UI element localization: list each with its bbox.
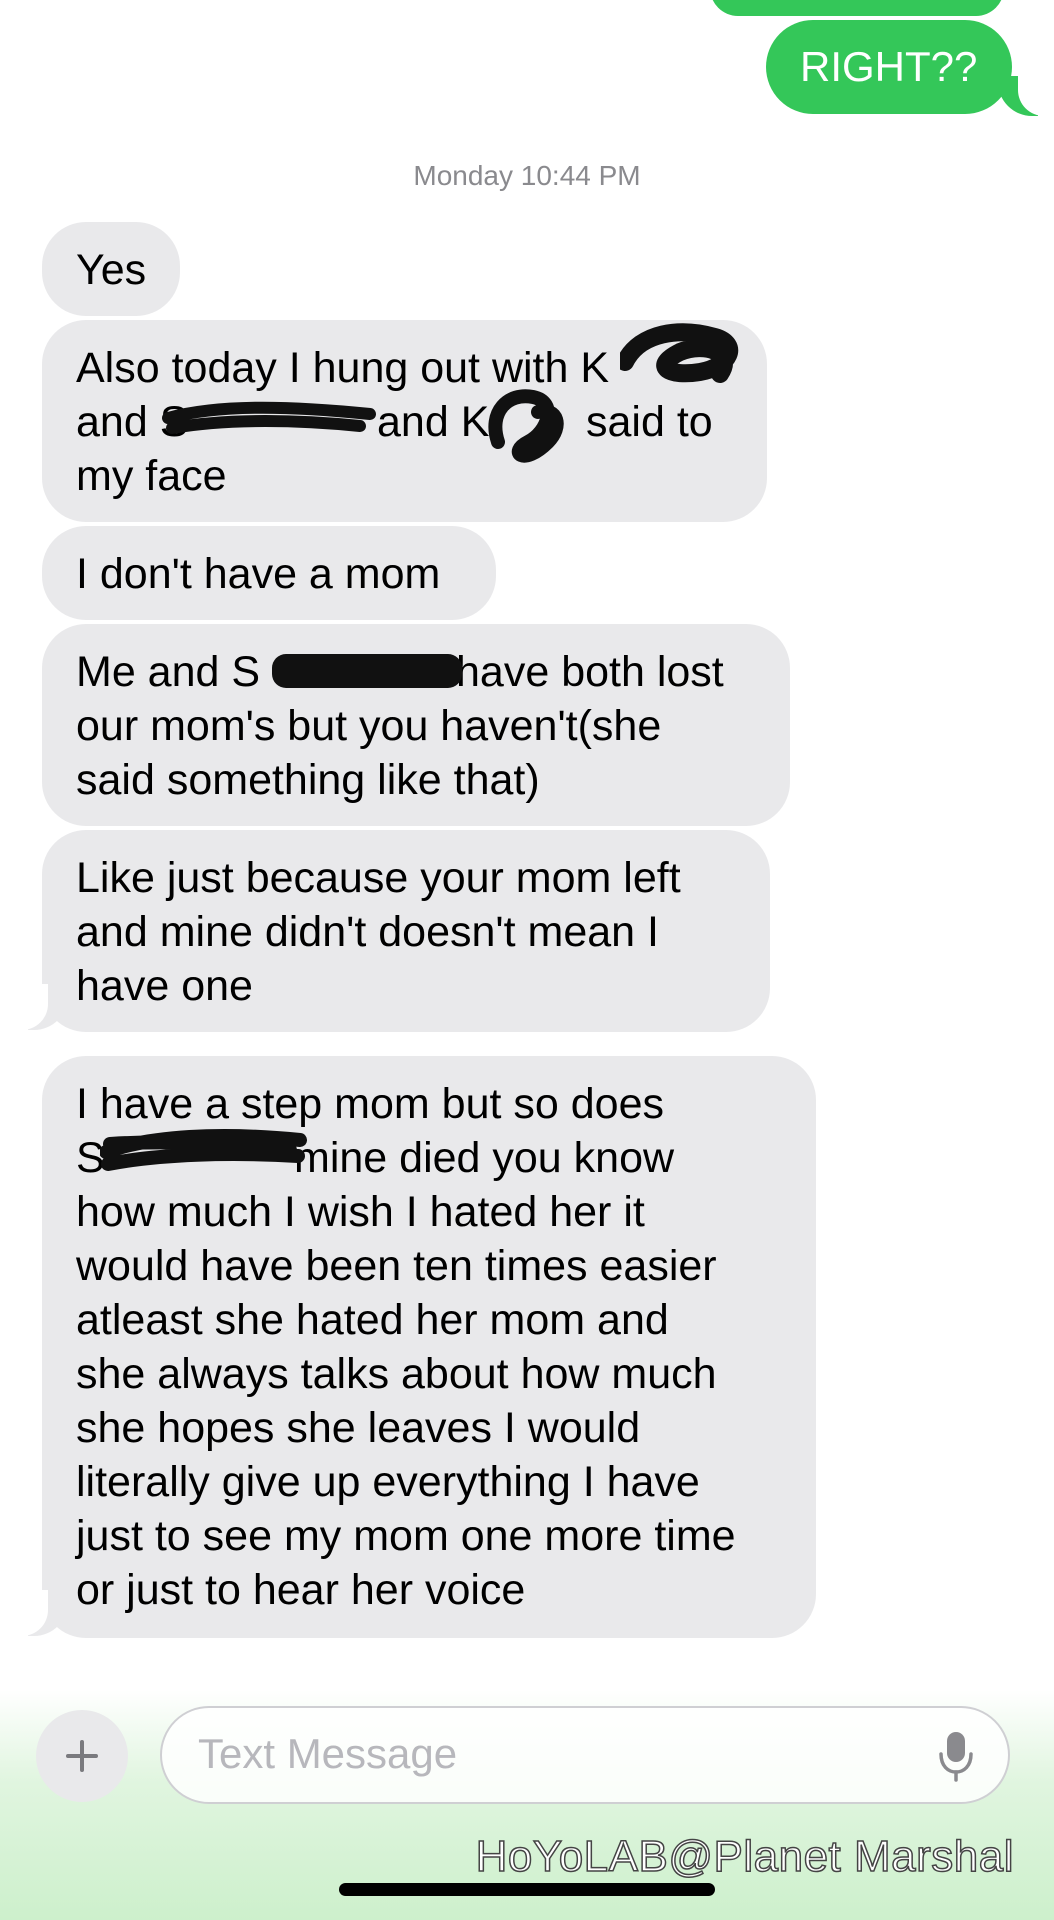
redaction-scribble <box>620 323 739 383</box>
add-attachment-button[interactable] <box>36 1710 128 1802</box>
message-text: my face <box>76 452 227 500</box>
redaction-scribble <box>272 654 462 688</box>
message-text: and K <box>377 398 490 446</box>
message-text: Yes <box>76 246 147 294</box>
message-input[interactable]: Text Message <box>160 1706 1010 1804</box>
message-text: atleast she hated her mom and <box>76 1296 669 1344</box>
message-text: Like just because your mom left <box>76 854 681 902</box>
message-text: she always talks about how much <box>76 1350 717 1398</box>
sent-bubble-partial <box>710 0 1004 16</box>
sent-bubble-tail <box>998 70 1052 116</box>
received-bubble[interactable]: Yes <box>42 222 180 316</box>
home-indicator[interactable] <box>339 1883 715 1896</box>
message-text: just to see my mom one more time <box>76 1512 736 1560</box>
message-text: I don't have a mom <box>76 550 441 598</box>
sent-message-text: RIGHT?? <box>800 43 978 90</box>
message-text: have one <box>76 962 253 1010</box>
redaction-scribble <box>162 401 376 434</box>
message-text: our mom's but you haven't(she <box>76 702 662 750</box>
message-text: said something like that) <box>76 756 540 804</box>
received-bubble[interactable]: Like just because your mom left and mine… <box>42 830 770 1032</box>
received-bubble[interactable]: I don't have a mom <box>42 526 496 620</box>
sent-bubble[interactable]: RIGHT?? <box>766 20 1012 114</box>
message-text: I have a step mom but so does <box>76 1080 664 1128</box>
microphone-icon[interactable] <box>938 1728 974 1784</box>
redaction-scribble <box>100 1129 307 1171</box>
plus-icon <box>66 1740 98 1772</box>
message-input-placeholder: Text Message <box>198 1730 458 1777</box>
message-text: and mine didn't doesn't mean I <box>76 908 659 956</box>
message-text: Me and S <box>76 648 261 696</box>
conversation-timestamp: Monday 10:44 PM <box>413 160 641 191</box>
message-text: literally give up everything I have <box>76 1458 700 1506</box>
message-text: how much I wish I hated her it <box>76 1188 645 1236</box>
message-text: have both lost <box>456 648 724 696</box>
message-text: said to <box>586 398 713 446</box>
watermark: HoYoLAB@Planet Marshal <box>475 1831 1014 1882</box>
message-text: would have been ten times easier <box>76 1242 717 1290</box>
redaction-scribble <box>488 389 564 463</box>
message-text: mine died you know <box>294 1134 675 1182</box>
message-text: she hopes she leaves I would <box>76 1404 641 1452</box>
message-text: or just to hear her voice <box>76 1566 526 1614</box>
